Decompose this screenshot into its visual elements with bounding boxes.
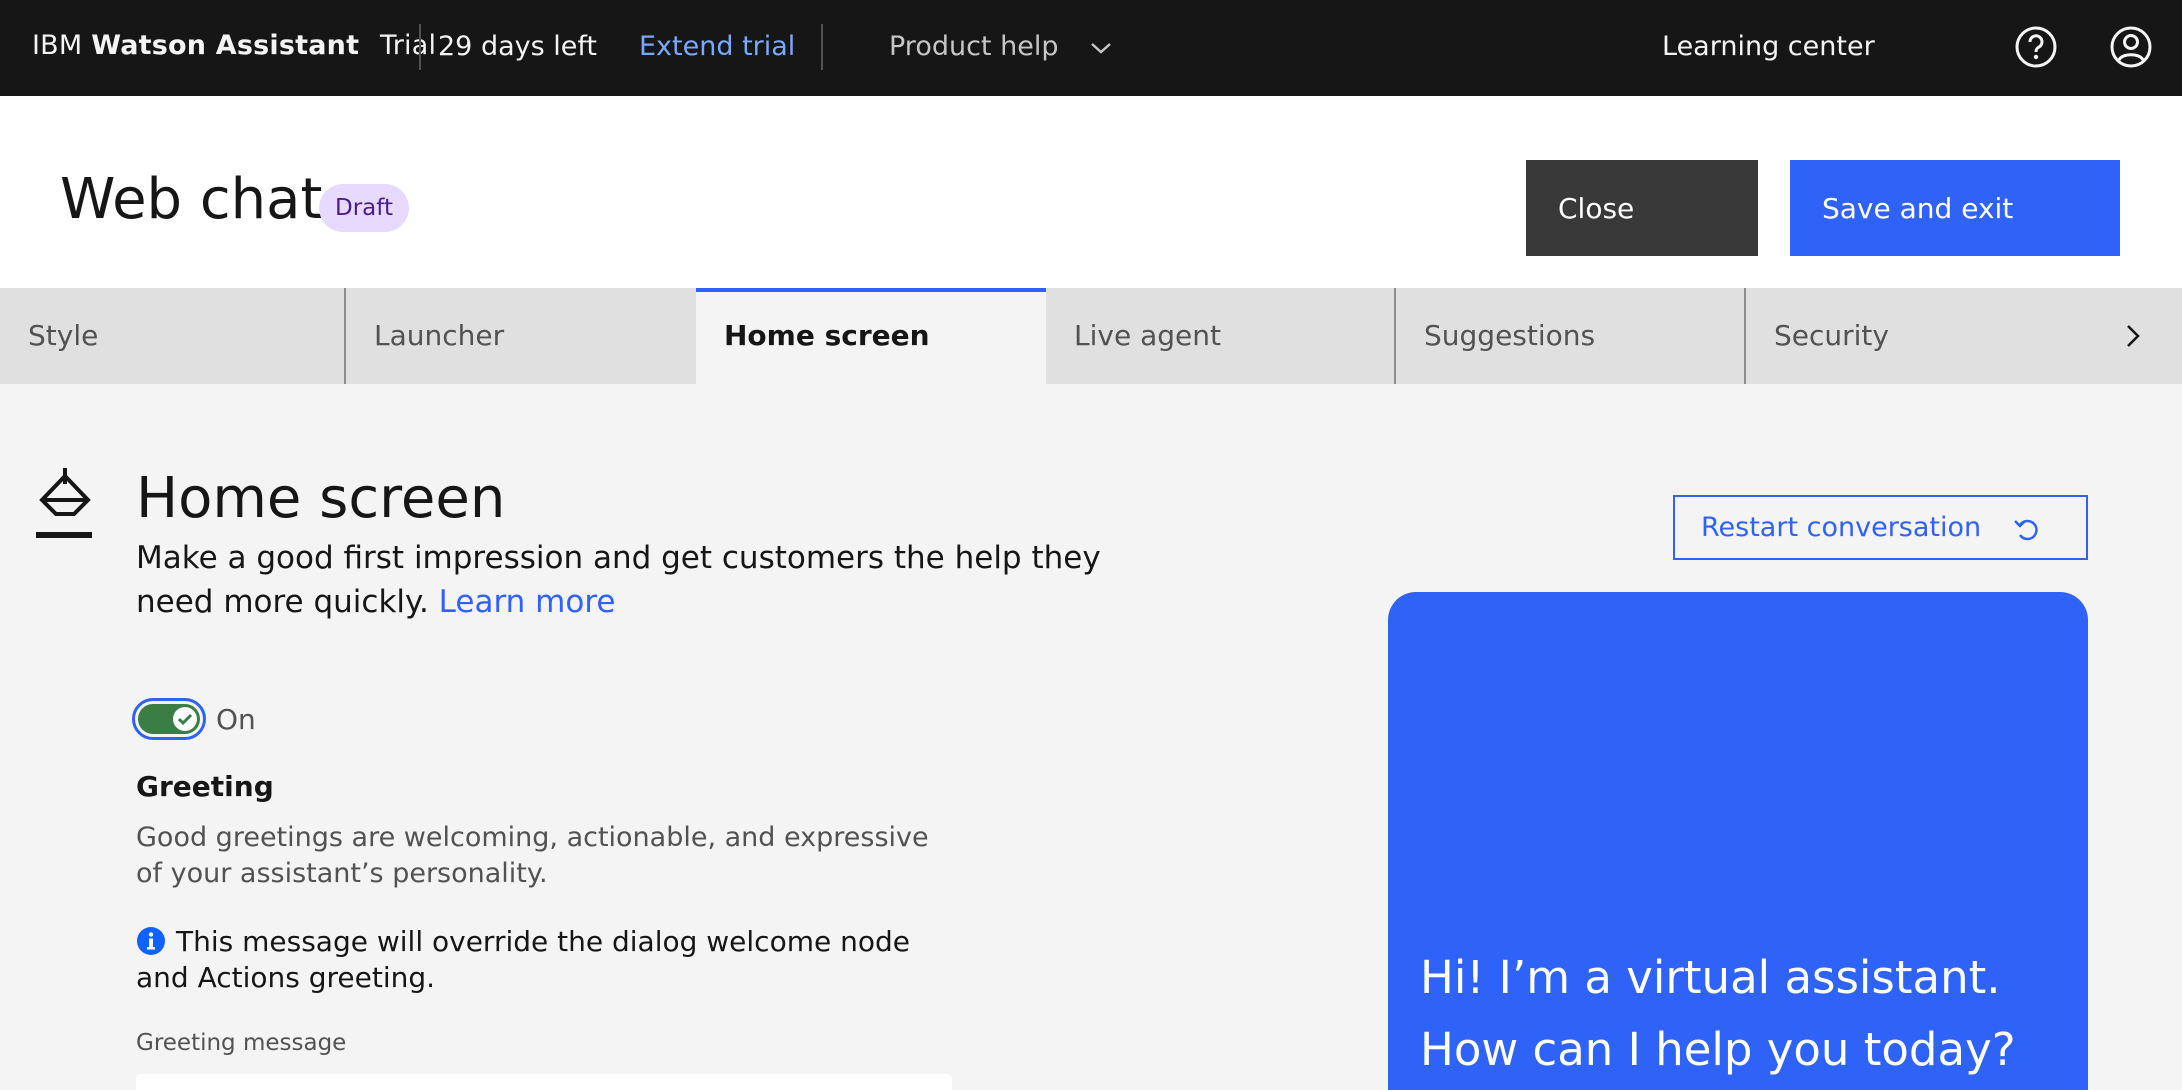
home-screen-toggle[interactable] [132,698,206,740]
toggle-track [138,704,200,734]
greeting-heading: Greeting [136,770,274,803]
restart-conversation-label: Restart conversation [1701,512,1982,543]
greeting-message-label: Greeting message [136,1030,347,1056]
page-header: Web chat Draft Close Save and exit [0,96,2182,288]
product-brand[interactable]: IBM Watson Assistant Trial [32,30,436,61]
save-and-exit-button[interactable]: Save and exit [1790,160,2120,256]
settings-tabs: Style Launcher Home screen Live agent Su… [0,288,2182,384]
checkmark-icon [177,713,193,726]
chevron-down-icon [1091,42,1111,54]
tab-security[interactable]: Security [1744,288,2094,384]
override-notice: This message will override the dialog we… [136,925,910,994]
tab-suggestions[interactable]: Suggestions [1394,288,1744,384]
plan-label: Trial [380,30,437,61]
page-title: Web chat [60,167,323,232]
restart-conversation-button[interactable]: Restart conversation [1673,495,2088,560]
section-title: Home screen [136,466,506,531]
help-icon[interactable] [2013,24,2059,70]
header-divider [821,24,823,70]
user-avatar-icon[interactable] [2108,24,2154,70]
toggle-state-label: On [216,703,256,736]
greeting-message-field[interactable] [136,1074,952,1090]
web-chat-preview: Hi! I’m a virtual assistant. How can I h… [1388,592,2088,1090]
draft-status-tag: Draft [319,184,409,232]
product-help-label: Product help [889,31,1059,62]
preview-greeting-text: Hi! I’m a virtual assistant. How can I h… [1420,951,2016,1076]
toggle-knob [173,707,197,731]
tab-scroll-right-icon[interactable] [2088,288,2182,384]
greeting-description: Good greetings are welcoming, actionable… [136,822,929,889]
brand-ibm: IBM [32,30,83,61]
brand-product-name: Watson Assistant [91,30,360,61]
section-description: Make a good first impression and get cus… [136,536,1136,624]
extend-trial-link[interactable]: Extend trial [639,31,795,62]
restart-icon [2014,519,2038,541]
product-help-menu[interactable]: Product help [889,31,1113,62]
tab-style[interactable]: Style [0,288,350,384]
tab-launcher[interactable]: Launcher [344,288,694,384]
header-divider [419,24,421,70]
section-description-text: Make a good first impression and get cus… [136,540,1101,620]
paint-bucket-icon [36,468,92,538]
learn-more-link[interactable]: Learn more [439,584,616,620]
trial-days-left: 29 days left [438,31,597,62]
tab-live-agent[interactable]: Live agent [1046,288,1396,384]
close-button[interactable]: Close [1526,160,1758,256]
learning-center-link[interactable]: Learning center [1662,31,1875,62]
tab-home-screen[interactable]: Home screen [696,288,1046,384]
top-header: IBM Watson Assistant Trial 29 days left … [0,0,2182,96]
